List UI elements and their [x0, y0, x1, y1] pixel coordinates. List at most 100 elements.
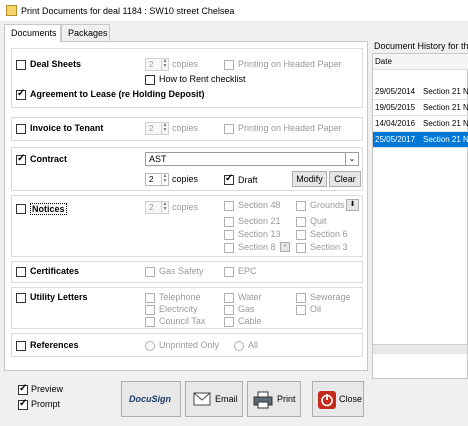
certificates-label: Certificates [30, 266, 80, 276]
section-48-checkbox[interactable] [224, 201, 234, 211]
agreement-checkbox[interactable]: ✓ [16, 88, 26, 100]
invoice-headed-checkbox[interactable] [224, 124, 234, 134]
draft-checkbox[interactable]: ✓ [224, 173, 234, 185]
references-checkbox[interactable] [16, 341, 26, 351]
close-button[interactable]: Close [312, 381, 364, 417]
section-8-grounds-icon[interactable]: + [280, 242, 290, 252]
email-button[interactable]: Email [185, 381, 243, 417]
water-checkbox[interactable] [224, 293, 234, 303]
contract-checkbox[interactable]: ✓ [16, 153, 26, 165]
history-date: 25/05/2017 [375, 135, 416, 144]
invoice-copies[interactable]: 2 ▲ ▼ [145, 122, 169, 135]
electricity-label: Electricity [159, 304, 198, 314]
history-date: 29/05/2014 [375, 87, 416, 96]
window-title: Print Documents for deal 1184 : SW10 str… [21, 6, 235, 16]
tab-packages[interactable]: Packages [61, 24, 110, 41]
contract-copies-label: copies [172, 174, 199, 184]
cable-checkbox[interactable] [224, 317, 234, 327]
grounds-dropdown-icon[interactable]: ⬇ [346, 199, 359, 211]
chevron-down-icon[interactable]: ⌄ [345, 153, 358, 165]
council-tax-checkbox[interactable] [145, 317, 155, 327]
section-21-label: Section 21 [238, 216, 281, 226]
epc-checkbox[interactable] [224, 267, 234, 277]
agreement-label: Agreement to Lease (re Holding Deposit) [30, 89, 205, 99]
electricity-checkbox[interactable] [145, 305, 155, 315]
clear-button[interactable]: Clear [329, 171, 361, 187]
gas-checkbox[interactable] [224, 305, 234, 315]
app-icon [6, 5, 17, 16]
contract-type-select[interactable]: AST ⌄ [145, 152, 359, 166]
invoice-headed-label: Printing on Headed Paper [238, 123, 342, 133]
document-history-panel: Document History for this Date 29/05/201… [372, 37, 468, 379]
modify-button[interactable]: Modify [292, 171, 327, 187]
table-row-selected[interactable]: 25/05/2017 Section 21 N [373, 132, 468, 148]
section-48-label: Section 48 [238, 200, 281, 210]
section-21-checkbox[interactable] [224, 217, 234, 227]
invoice-label: Invoice to Tenant [30, 123, 104, 133]
print-button[interactable]: Print [247, 381, 301, 417]
history-date: 19/05/2015 [375, 103, 416, 112]
invoice-checkbox[interactable] [16, 124, 26, 134]
contract-copies[interactable]: 2 ▲ ▼ [145, 173, 169, 186]
section-6-checkbox[interactable] [296, 230, 306, 240]
quit-checkbox[interactable] [296, 217, 306, 227]
notices-copies[interactable]: 2 ▲ ▼ [145, 201, 169, 214]
title-bar: Print Documents for deal 1184 : SW10 str… [0, 0, 468, 22]
horizontal-scrollbar[interactable] [373, 344, 467, 354]
prompt-checkbox[interactable]: ✓ [18, 398, 28, 410]
water-label: Water [238, 292, 262, 302]
how-to-rent-checkbox[interactable] [145, 75, 155, 85]
history-desc: Section 21 N [423, 87, 468, 96]
references-group: References Unprinted Only All [11, 333, 363, 357]
sewerage-checkbox[interactable] [296, 293, 306, 303]
all-label: All [248, 340, 259, 350]
history-date: 14/04/2016 [375, 119, 416, 128]
council-tax-label: Council Tax [159, 316, 206, 326]
certificates-checkbox[interactable] [16, 267, 26, 277]
gas-label: Gas [238, 304, 255, 314]
deal-sheets-headed-label: Printing on Headed Paper [238, 59, 342, 69]
notices-copies-label: copies [172, 202, 199, 212]
invoice-copies-label: copies [172, 123, 199, 133]
utility-letters-checkbox[interactable] [16, 293, 26, 303]
telephone-label: Telephone [159, 292, 201, 302]
epc-label: EPC [238, 266, 257, 276]
section-8-checkbox[interactable] [224, 243, 234, 253]
gas-safety-checkbox[interactable] [145, 267, 155, 277]
deal-sheets-group: Deal Sheets 2 ▲ ▼ copies Printing on Heade… [11, 48, 363, 108]
tab-documents[interactable]: Documents [4, 24, 61, 42]
utility-letters-group: Utility Letters Telephone Water Sewerage… [11, 287, 363, 329]
unprinted-only-radio[interactable] [145, 341, 155, 351]
document-history-grid[interactable]: Date 29/05/2014 Section 21 N 19/05/2015 Se… [372, 53, 468, 379]
cable-label: Cable [238, 316, 262, 326]
preview-label: Preview [31, 384, 64, 394]
docusign-logo: DocuSign [129, 394, 171, 404]
all-radio[interactable] [234, 341, 244, 351]
references-label: References [30, 340, 79, 350]
table-row[interactable]: 19/05/2015 Section 21 N [373, 100, 468, 116]
history-header: Date [373, 54, 468, 70]
table-row[interactable]: 14/04/2016 Section 21 N [373, 116, 468, 132]
grounds-label: Grounds [310, 200, 345, 210]
utility-letters-label: Utility Letters [30, 292, 88, 302]
deal-sheets-copies[interactable]: 2 ▲ ▼ [145, 58, 169, 71]
invoice-group: Invoice to Tenant 2 ▲ ▼ copies Printing on… [11, 117, 363, 141]
preview-checkbox[interactable]: ✓ [18, 383, 28, 395]
notices-group: Notices 2 ▲ ▼ copies Section 48 Grounds ⬇ … [11, 195, 363, 257]
table-row[interactable]: 29/05/2014 Section 21 N [373, 84, 468, 100]
deal-sheets-checkbox[interactable] [16, 60, 26, 70]
envelope-icon [193, 392, 211, 406]
section-3-checkbox[interactable] [296, 243, 306, 253]
history-desc: Section 21 N [423, 135, 468, 144]
oil-checkbox[interactable] [296, 305, 306, 315]
notices-checkbox[interactable] [16, 204, 26, 214]
close-label: Close [339, 394, 363, 404]
telephone-checkbox[interactable] [145, 293, 155, 303]
history-desc: Section 21 N [423, 103, 468, 112]
close-icon [318, 391, 336, 409]
section-13-checkbox[interactable] [224, 230, 234, 240]
docusign-button[interactable]: DocuSign [121, 381, 181, 417]
section-3-label: Section 3 [310, 242, 348, 252]
grounds-checkbox[interactable] [296, 201, 306, 211]
deal-sheets-headed-checkbox[interactable] [224, 60, 234, 70]
